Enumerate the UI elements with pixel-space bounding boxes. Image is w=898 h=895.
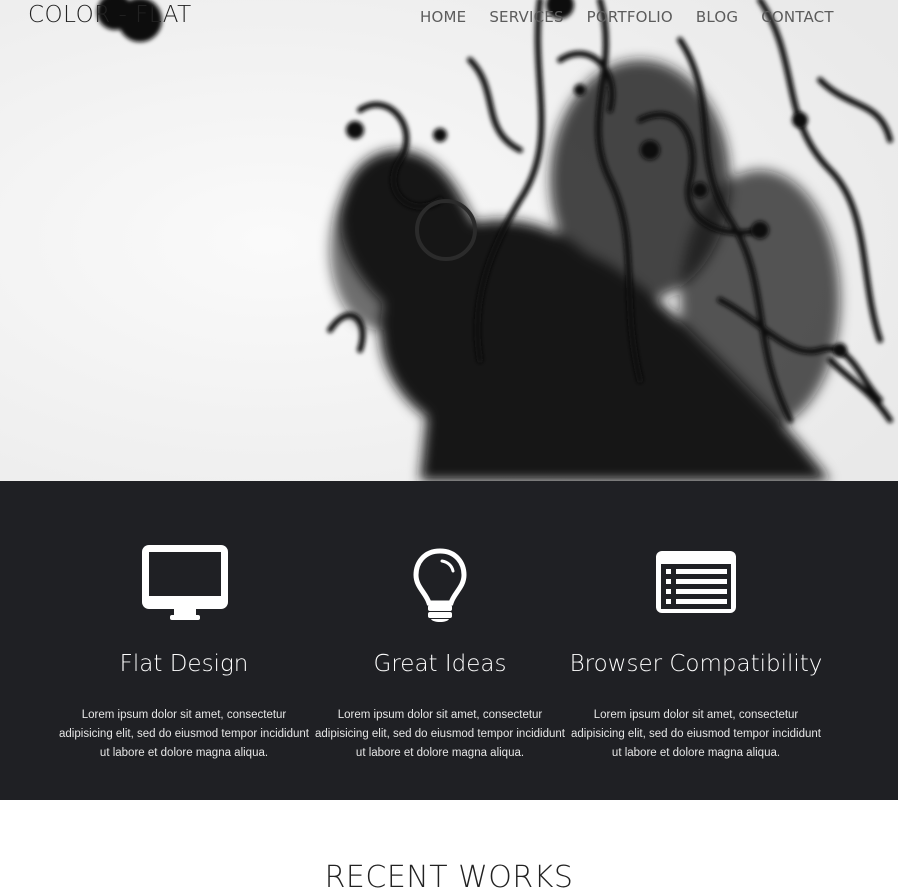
feature-text: Lorem ipsum dolor sit amet, consectetur … <box>315 709 565 759</box>
site-logo[interactable]: COLOR - FLAT <box>28 2 192 28</box>
nav-services[interactable]: SERVICES <box>489 8 563 26</box>
section-heading: RECENT WORKS <box>324 860 574 895</box>
monitor-icon <box>142 545 228 620</box>
feature-title: Flat Design <box>119 651 249 677</box>
feature-title: Great Ideas <box>373 651 507 677</box>
feature-title: Browser Compatibility <box>569 651 823 677</box>
spinner-icon <box>415 199 477 261</box>
features-section: Flat Design Lorem ipsum dolor sit amet, … <box>0 481 898 800</box>
recent-works-section: RECENT WORKS <box>0 800 898 895</box>
list-icon <box>656 551 736 613</box>
feature-text: Lorem ipsum dolor sit amet, consectetur … <box>59 709 309 759</box>
nav-blog[interactable]: BLOG <box>696 8 738 26</box>
main-nav: HOME SERVICES PORTFOLIO BLOG CONTACT <box>420 8 857 26</box>
nav-contact[interactable]: CONTACT <box>761 8 834 26</box>
feature-text: Lorem ipsum dolor sit amet, consectetur … <box>571 709 821 759</box>
nav-portfolio[interactable]: PORTFOLIO <box>587 8 673 26</box>
nav-home[interactable]: HOME <box>420 8 466 26</box>
lightbulb-icon <box>413 548 467 622</box>
hero-banner: COLOR - FLAT HOME SERVICES PORTFOLIO BLO… <box>0 0 898 481</box>
